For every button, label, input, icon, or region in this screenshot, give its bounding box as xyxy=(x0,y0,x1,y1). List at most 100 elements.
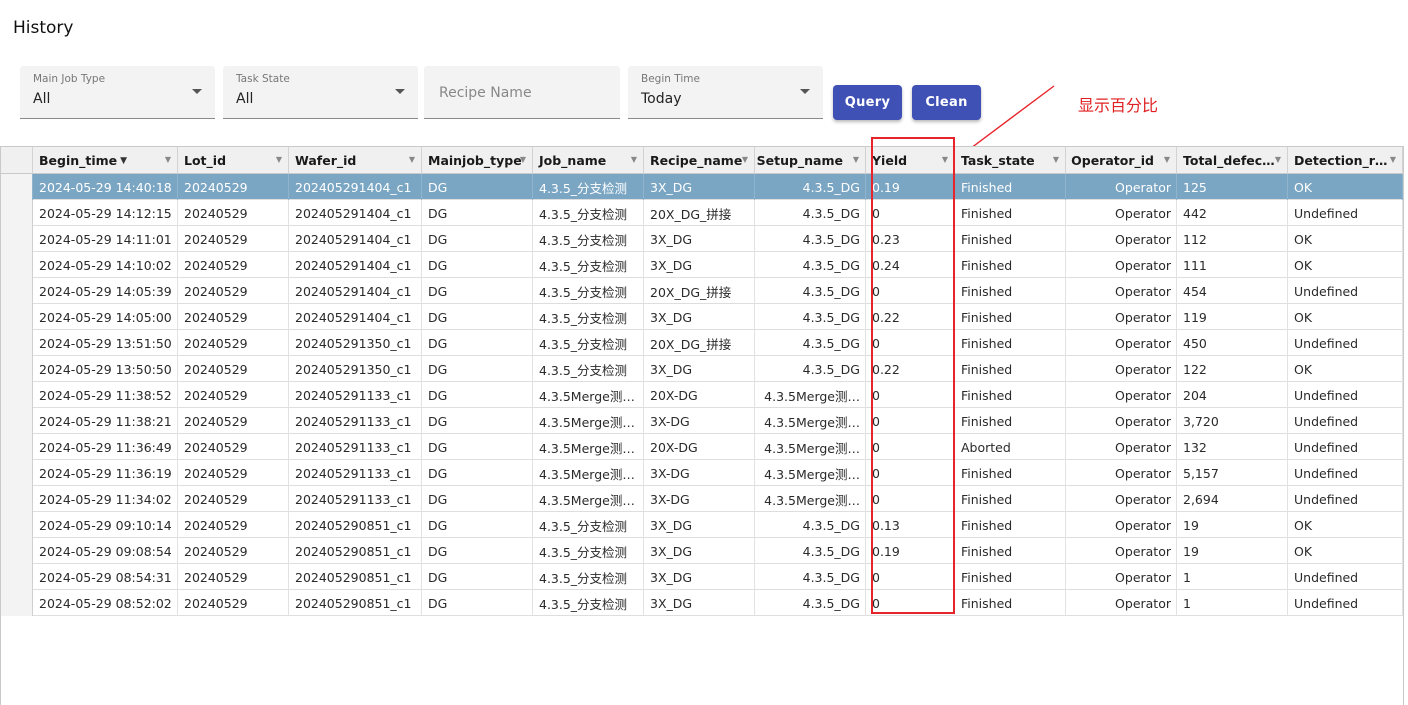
cell-lot-id[interactable]: 20240529 xyxy=(178,590,289,616)
cell-mainjob-type[interactable]: DG xyxy=(422,538,533,564)
cell-total-defects[interactable]: 125 xyxy=(1177,174,1288,200)
cell-operator-id[interactable]: Operator xyxy=(1066,330,1177,356)
row-index-cell[interactable] xyxy=(1,226,33,252)
cell-total-defects[interactable]: 19 xyxy=(1177,512,1288,538)
table-row[interactable]: 2024-05-29 11:34:02 20240529 202405291133_… xyxy=(1,486,1403,512)
cell-operator-id[interactable]: Operator xyxy=(1066,512,1177,538)
cell-wafer-id[interactable]: 202405291133_c1 xyxy=(289,434,422,460)
cell-begin-time[interactable]: 2024-05-29 14:12:15 xyxy=(33,200,178,226)
filter-icon[interactable]: ▼ xyxy=(742,155,748,164)
cell-yield[interactable]: 0 xyxy=(866,330,955,356)
row-index-cell[interactable] xyxy=(1,486,33,512)
cell-recipe-name[interactable]: 3X_DG xyxy=(644,512,755,538)
row-index-cell[interactable] xyxy=(1,408,33,434)
table-row[interactable]: 2024-05-29 09:08:54 20240529 202405290851_… xyxy=(1,538,1403,564)
cell-job-name[interactable]: 4.3.5_分支检测 xyxy=(533,252,644,278)
cell-operator-id[interactable]: Operator xyxy=(1066,590,1177,616)
cell-recipe-name[interactable]: 3X_DG xyxy=(644,252,755,278)
table-row[interactable]: 2024-05-29 08:52:02 20240529 202405290851_… xyxy=(1,590,1403,616)
table-row[interactable]: 2024-05-29 14:40:18 20240529 202405291404_… xyxy=(1,174,1403,200)
cell-job-name[interactable]: 4.3.5_分支检测 xyxy=(533,226,644,252)
cell-lot-id[interactable]: 20240529 xyxy=(178,538,289,564)
cell-mainjob-type[interactable]: DG xyxy=(422,434,533,460)
cell-yield[interactable]: 0 xyxy=(866,564,955,590)
cell-begin-time[interactable]: 2024-05-29 11:38:52 xyxy=(33,382,178,408)
table-row[interactable]: 2024-05-29 13:51:50 20240529 202405291350_… xyxy=(1,330,1403,356)
cell-total-defects[interactable]: 2,694 xyxy=(1177,486,1288,512)
cell-setup-name[interactable]: 4.3.5Merge测… xyxy=(755,408,866,434)
cell-wafer-id[interactable]: 202405291133_c1 xyxy=(289,486,422,512)
cell-job-name[interactable]: 4.3.5_分支检测 xyxy=(533,200,644,226)
column-header-recipe-name[interactable]: Recipe_name ▼ xyxy=(644,147,755,174)
query-button[interactable]: Query xyxy=(833,85,902,120)
column-header-mainjob-type[interactable]: Mainjob_type ▼ xyxy=(422,147,533,174)
cell-task-state[interactable]: Finished xyxy=(955,174,1066,200)
cell-recipe-name[interactable]: 3X_DG xyxy=(644,304,755,330)
sort-desc-icon[interactable]: ▼ xyxy=(120,156,127,166)
cell-recipe-name[interactable]: 3X_DG xyxy=(644,356,755,382)
cell-job-name[interactable]: 4.3.5_分支检测 xyxy=(533,538,644,564)
chevron-down-icon[interactable] xyxy=(395,89,405,94)
cell-wafer-id[interactable]: 202405291133_c1 xyxy=(289,382,422,408)
cell-lot-id[interactable]: 20240529 xyxy=(178,174,289,200)
cell-task-state[interactable]: Finished xyxy=(955,512,1066,538)
column-header-task-state[interactable]: Task_state ▼ xyxy=(955,147,1066,174)
cell-lot-id[interactable]: 20240529 xyxy=(178,408,289,434)
row-index-cell[interactable] xyxy=(1,460,33,486)
cell-yield[interactable]: 0.22 xyxy=(866,356,955,382)
filter-icon[interactable]: ▼ xyxy=(1053,155,1059,164)
cell-setup-name[interactable]: 4.3.5_DG xyxy=(755,226,866,252)
table-row[interactable]: 2024-05-29 11:38:52 20240529 202405291133_… xyxy=(1,382,1403,408)
chevron-down-icon[interactable] xyxy=(800,89,810,94)
cell-recipe-name[interactable]: 20X_DG_拼接 xyxy=(644,330,755,356)
cell-job-name[interactable]: 4.3.5Merge测… xyxy=(533,434,644,460)
filter-icon[interactable]: ▼ xyxy=(409,155,415,164)
column-header-operator-id[interactable]: Operator_id ▼ xyxy=(1066,147,1177,174)
cell-task-state[interactable]: Finished xyxy=(955,538,1066,564)
cell-mainjob-type[interactable]: DG xyxy=(422,226,533,252)
cell-detection-result[interactable]: OK xyxy=(1288,538,1403,564)
filter-icon[interactable]: ▼ xyxy=(631,155,637,164)
cell-recipe-name[interactable]: 20X-DG xyxy=(644,382,755,408)
cell-mainjob-type[interactable]: DG xyxy=(422,278,533,304)
cell-begin-time[interactable]: 2024-05-29 14:05:00 xyxy=(33,304,178,330)
cell-recipe-name[interactable]: 3X-DG xyxy=(644,408,755,434)
cell-wafer-id[interactable]: 202405291404_c1 xyxy=(289,304,422,330)
cell-yield[interactable]: 0.22 xyxy=(866,304,955,330)
cell-job-name[interactable]: 4.3.5_分支检测 xyxy=(533,174,644,200)
cell-operator-id[interactable]: Operator xyxy=(1066,252,1177,278)
cell-setup-name[interactable]: 4.3.5_DG xyxy=(755,200,866,226)
cell-job-name[interactable]: 4.3.5_分支检测 xyxy=(533,564,644,590)
cell-recipe-name[interactable]: 3X_DG xyxy=(644,538,755,564)
cell-detection-result[interactable]: Undefined xyxy=(1288,408,1403,434)
cell-wafer-id[interactable]: 202405290851_c1 xyxy=(289,564,422,590)
row-index-cell[interactable] xyxy=(1,382,33,408)
cell-job-name[interactable]: 4.3.5_分支检测 xyxy=(533,512,644,538)
cell-lot-id[interactable]: 20240529 xyxy=(178,564,289,590)
cell-lot-id[interactable]: 20240529 xyxy=(178,486,289,512)
cell-total-defects[interactable]: 132 xyxy=(1177,434,1288,460)
cell-setup-name[interactable]: 4.3.5_DG xyxy=(755,304,866,330)
cell-yield[interactable]: 0.19 xyxy=(866,538,955,564)
cell-wafer-id[interactable]: 202405290851_c1 xyxy=(289,512,422,538)
cell-detection-result[interactable]: OK xyxy=(1288,174,1403,200)
cell-total-defects[interactable]: 1 xyxy=(1177,564,1288,590)
column-header-yield[interactable]: Yield ▼ xyxy=(866,147,955,174)
filter-icon[interactable]: ▼ xyxy=(1275,155,1281,164)
cell-detection-result[interactable]: Undefined xyxy=(1288,200,1403,226)
cell-recipe-name[interactable]: 3X-DG xyxy=(644,460,755,486)
cell-detection-result[interactable]: OK xyxy=(1288,512,1403,538)
cell-setup-name[interactable]: 4.3.5_DG xyxy=(755,330,866,356)
cell-total-defects[interactable]: 1 xyxy=(1177,590,1288,616)
cell-setup-name[interactable]: 4.3.5_DG xyxy=(755,278,866,304)
cell-yield[interactable]: 0 xyxy=(866,486,955,512)
cell-setup-name[interactable]: 4.3.5_DG xyxy=(755,538,866,564)
recipe-name-input[interactable]: Recipe Name xyxy=(424,66,620,119)
cell-total-defects[interactable]: 119 xyxy=(1177,304,1288,330)
table-row[interactable]: 2024-05-29 11:38:21 20240529 202405291133_… xyxy=(1,408,1403,434)
cell-total-defects[interactable]: 5,157 xyxy=(1177,460,1288,486)
row-index-cell[interactable] xyxy=(1,278,33,304)
cell-mainjob-type[interactable]: DG xyxy=(422,174,533,200)
cell-operator-id[interactable]: Operator xyxy=(1066,460,1177,486)
filter-icon[interactable]: ▼ xyxy=(165,155,171,164)
